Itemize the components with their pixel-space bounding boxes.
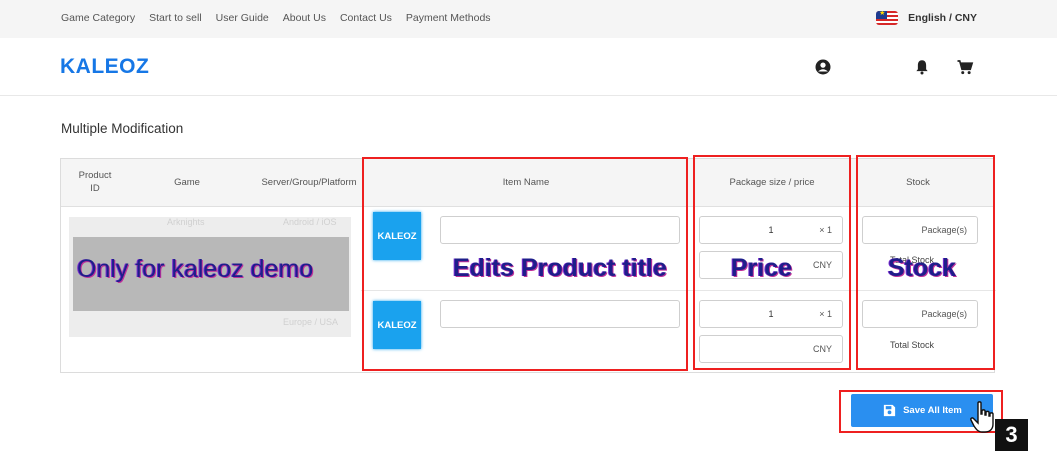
blurred-game: Arknights — [167, 217, 205, 227]
step-badge: 3 — [995, 419, 1028, 451]
cart-icon[interactable] — [956, 58, 974, 76]
page-title: Multiple Modification — [61, 121, 184, 136]
kaleoz-logo[interactable]: KALEOZ — [60, 55, 149, 79]
nav-about-us[interactable]: About Us — [283, 12, 326, 24]
language-selector[interactable]: English / CNY — [876, 11, 977, 25]
top-nav: Game Category Start to sell User Guide A… — [61, 12, 505, 24]
price-annotation: Price — [731, 254, 793, 282]
nav-user-guide[interactable]: User Guide — [216, 12, 269, 24]
account-icon[interactable] — [814, 58, 832, 76]
nav-contact-us[interactable]: Contact Us — [340, 12, 392, 24]
language-label: English / CNY — [908, 12, 977, 24]
blurred-server: Europe / USA — [283, 317, 339, 327]
blurred-server: Android / iOS — [283, 217, 337, 227]
header-product-id: Product ID — [78, 170, 112, 194]
save-icon — [883, 404, 896, 417]
header-server: Server/Group/Platform — [261, 177, 357, 188]
stock-annotation: Stock — [888, 254, 957, 282]
bell-icon[interactable] — [913, 58, 931, 76]
demo-annotation: Only for kaleoz demo — [77, 255, 314, 283]
header-game: Game — [174, 177, 200, 188]
hand-cursor-icon — [970, 401, 994, 433]
nav-game-category[interactable]: Game Category — [61, 12, 135, 24]
title-annotation: Edits Product title — [453, 254, 667, 282]
malaysia-flag-icon — [876, 11, 899, 25]
site-header: KALEOZ — [0, 38, 1057, 96]
top-bar: Game Category Start to sell User Guide A… — [0, 0, 1057, 38]
save-all-label: Save All Item — [903, 405, 962, 416]
nav-payment-methods[interactable]: Payment Methods — [406, 12, 491, 24]
nav-start-to-sell[interactable]: Start to sell — [149, 12, 202, 24]
